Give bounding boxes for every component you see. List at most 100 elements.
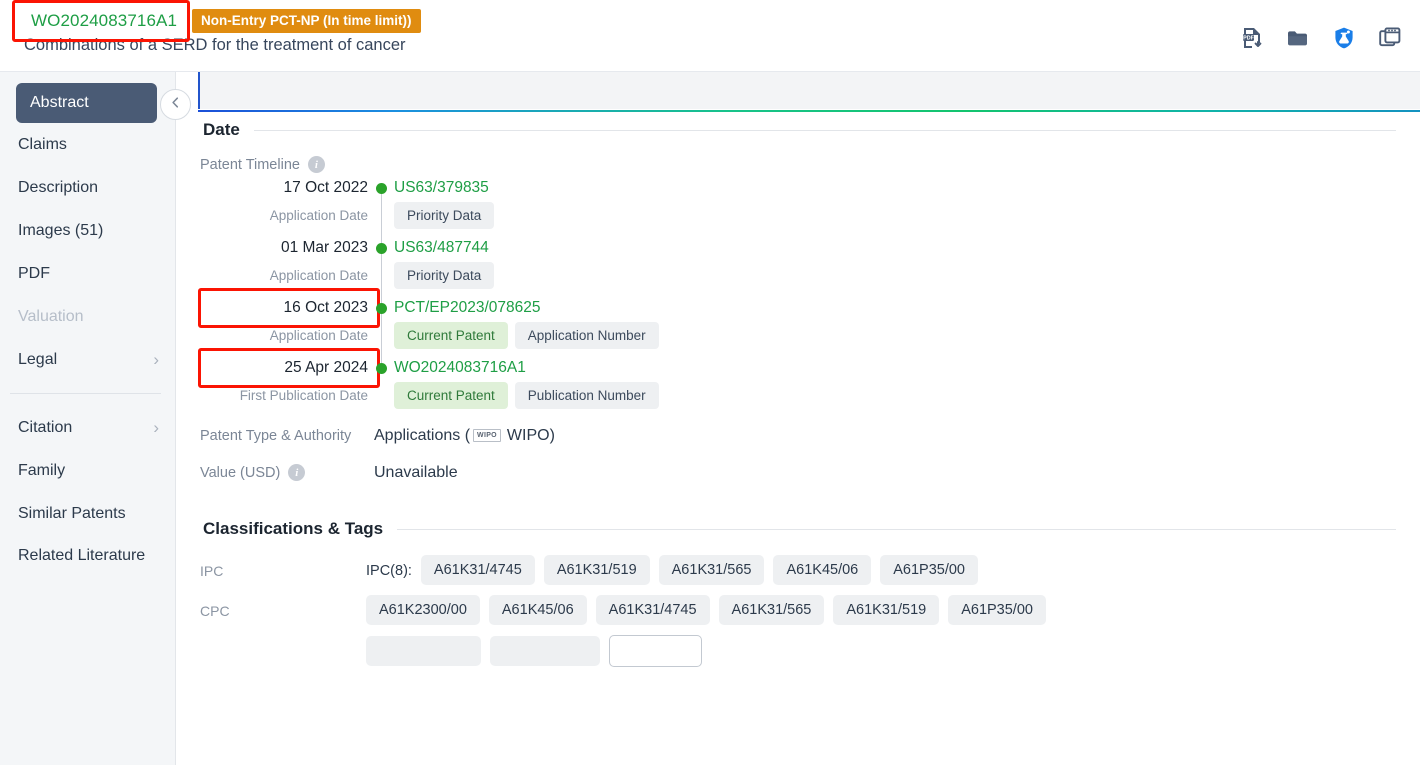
sidebar-item-similar-patents[interactable]: Similar Patents bbox=[0, 492, 175, 535]
timeline-number-link[interactable]: US63/379835 bbox=[394, 179, 489, 197]
publication-number-wrap: WO2024083716A1 bbox=[12, 0, 191, 42]
timeline-entry: 16 Oct 2023 PCT/EP2023/078625 Applicatio… bbox=[198, 288, 1420, 349]
sidebar-item-legal[interactable]: Legal › bbox=[0, 338, 175, 381]
header-top-row: WO2024083716A1 Non-Entry PCT-NP (In time… bbox=[0, 0, 1420, 42]
sidebar-item-label: Similar Patents bbox=[18, 504, 126, 522]
sidebar: Abstract Claims Description Images (51) … bbox=[0, 72, 191, 765]
classification-tag[interactable]: A61P35/00 bbox=[948, 595, 1046, 625]
classifications-section: Classifications & Tags IPC IPC(8): A61K3… bbox=[176, 519, 1420, 667]
classification-tag[interactable]: A61K31/565 bbox=[658, 555, 765, 585]
sidebar-item-claims[interactable]: Claims bbox=[0, 123, 175, 166]
classification-tag[interactable]: A61K31/565 bbox=[718, 595, 825, 625]
timeline-entry-main: 17 Oct 2022 US63/379835 bbox=[200, 179, 1420, 197]
value-label: Value (USD) i bbox=[176, 464, 366, 481]
content-scroll-area: Date Patent Timeline i 17 Oct 2022 US63/… bbox=[176, 120, 1420, 765]
chemical-badge-icon[interactable] bbox=[1332, 26, 1356, 50]
timeline-tag-current-patent[interactable]: Current Patent bbox=[394, 382, 508, 409]
main-content: Date Patent Timeline i 17 Oct 2022 US63/… bbox=[176, 72, 1420, 765]
classification-tag[interactable]: A61P35/00 bbox=[880, 555, 978, 585]
timeline-dot-icon bbox=[375, 362, 387, 374]
body-wrapper: Abstract Claims Description Images (51) … bbox=[0, 72, 1420, 765]
patent-authority: WIPO) bbox=[506, 426, 555, 444]
sidebar-item-label: Citation bbox=[18, 418, 73, 436]
clipped-tags bbox=[366, 635, 702, 667]
timeline-dot-icon bbox=[375, 182, 387, 194]
timeline-tags: Current Patent Application Number bbox=[394, 322, 659, 349]
page-header: WO2024083716A1 Non-Entry PCT-NP (In time… bbox=[0, 0, 1420, 72]
timeline-entry: 17 Oct 2022 US63/379835 Application Date… bbox=[200, 179, 1420, 229]
classification-tag[interactable]: A61K31/519 bbox=[833, 595, 940, 625]
classification-tag[interactable]: A61K2300/00 bbox=[366, 595, 480, 625]
sidebar-item-images[interactable]: Images (51) bbox=[0, 209, 175, 252]
timeline-number-link[interactable]: WO2024083716A1 bbox=[394, 359, 526, 377]
chevron-right-icon: › bbox=[153, 350, 159, 369]
sidebar-item-citation[interactable]: Citation › bbox=[0, 406, 175, 449]
patent-type-value: Applications ( WIPO WIPO) bbox=[366, 427, 555, 445]
sidebar-item-abstract[interactable]: Abstract bbox=[16, 83, 157, 123]
classification-tag[interactable]: A61K45/06 bbox=[488, 595, 587, 625]
patent-type-prefix: Applications ( bbox=[374, 426, 471, 444]
classifications-section-title: Classifications & Tags bbox=[203, 519, 384, 538]
folder-icon[interactable] bbox=[1286, 26, 1310, 50]
value-label-text: Value (USD) bbox=[200, 464, 281, 481]
sidebar-item-valuation: Valuation bbox=[0, 295, 175, 338]
sidebar-item-pdf[interactable]: PDF bbox=[0, 252, 175, 295]
timeline-entry-main: 16 Oct 2023 PCT/EP2023/078625 bbox=[198, 288, 1420, 328]
timeline-tag[interactable]: Priority Data bbox=[394, 202, 495, 229]
timeline-entry-sub: Application Date Priority Data bbox=[200, 202, 1420, 229]
classification-tag[interactable]: A61K31/519 bbox=[543, 555, 650, 585]
timeline-dot-icon bbox=[375, 302, 387, 314]
info-icon[interactable]: i bbox=[307, 156, 325, 173]
timeline-tag[interactable]: Application Number bbox=[514, 322, 659, 349]
timeline-dot-icon bbox=[375, 242, 387, 254]
timeline-number-link[interactable]: US63/487744 bbox=[394, 239, 489, 257]
chevron-left-icon bbox=[169, 96, 182, 114]
pdf-download-icon[interactable]: PDF bbox=[1240, 26, 1264, 50]
sidebar-item-label: Valuation bbox=[18, 307, 84, 325]
header-actions: PDF bbox=[1240, 26, 1402, 50]
timeline-dot-cell bbox=[368, 242, 394, 254]
ipc-prefix: IPC(8): bbox=[366, 562, 412, 579]
page-title: Combinations of a SERD for the treatment… bbox=[24, 36, 406, 54]
sidebar-item-related-literature[interactable]: Related Literature bbox=[0, 535, 175, 569]
timeline-date-highlighted: 16 Oct 2023 bbox=[198, 288, 380, 328]
classification-tag[interactable] bbox=[366, 636, 481, 666]
classification-tag[interactable] bbox=[489, 636, 601, 666]
sidebar-item-label: Related Literature bbox=[18, 547, 146, 564]
classification-tag[interactable]: A61K31/4745 bbox=[595, 595, 710, 625]
timeline-date: 17 Oct 2022 bbox=[283, 179, 368, 196]
sidebar-collapse-button[interactable] bbox=[160, 89, 191, 120]
patent-timeline-text: Patent Timeline bbox=[200, 156, 300, 173]
classification-tag[interactable] bbox=[609, 635, 702, 667]
ipc-label: IPC bbox=[200, 563, 224, 579]
timeline-tags: Priority Data bbox=[394, 202, 495, 229]
timeline-tag-current-patent[interactable]: Current Patent bbox=[394, 322, 508, 349]
highlight-box-publication-date bbox=[198, 348, 380, 388]
timeline-tag[interactable]: Publication Number bbox=[514, 382, 659, 409]
sidebar-item-description[interactable]: Description bbox=[0, 166, 175, 209]
publication-number[interactable]: WO2024083716A1 bbox=[22, 9, 184, 33]
sidebar-item-family[interactable]: Family bbox=[0, 449, 175, 492]
patent-timeline-label: Patent Timeline i bbox=[176, 156, 366, 173]
timeline-entry: 01 Mar 2023 US63/487744 Application Date… bbox=[200, 239, 1420, 289]
chevron-right-icon: › bbox=[153, 418, 159, 437]
timeline-entry: 25 Apr 2024 WO2024083716A1 First Publica… bbox=[198, 348, 1420, 409]
sidebar-item-label: Abstract bbox=[30, 94, 89, 111]
top-panel bbox=[198, 72, 1420, 109]
date-section-title: Date bbox=[203, 120, 240, 139]
info-icon[interactable]: i bbox=[288, 464, 306, 481]
patent-type-row: Patent Type & Authority Applications ( W… bbox=[176, 419, 1420, 452]
classification-tag[interactable]: A61K45/06 bbox=[773, 555, 872, 585]
duplicate-window-icon[interactable] bbox=[1378, 26, 1402, 50]
section-rule bbox=[397, 528, 1396, 530]
timeline-sublabel: Application Date bbox=[269, 208, 368, 223]
timeline-tags: Current Patent Publication Number bbox=[394, 382, 659, 409]
sidebar-item-label: Claims bbox=[18, 135, 67, 153]
cpc-label: CPC bbox=[200, 603, 230, 619]
classification-tag[interactable]: A61K31/4745 bbox=[420, 555, 535, 585]
timeline-tag[interactable]: Priority Data bbox=[394, 262, 495, 289]
timeline-date: 01 Mar 2023 bbox=[280, 239, 368, 256]
status-badge: Non-Entry PCT-NP (In time limit)) bbox=[192, 8, 421, 33]
cpc-tags: A61K2300/00 A61K45/06 A61K31/4745 A61K31… bbox=[366, 595, 1046, 625]
timeline-number-link[interactable]: PCT/EP2023/078625 bbox=[394, 299, 541, 317]
